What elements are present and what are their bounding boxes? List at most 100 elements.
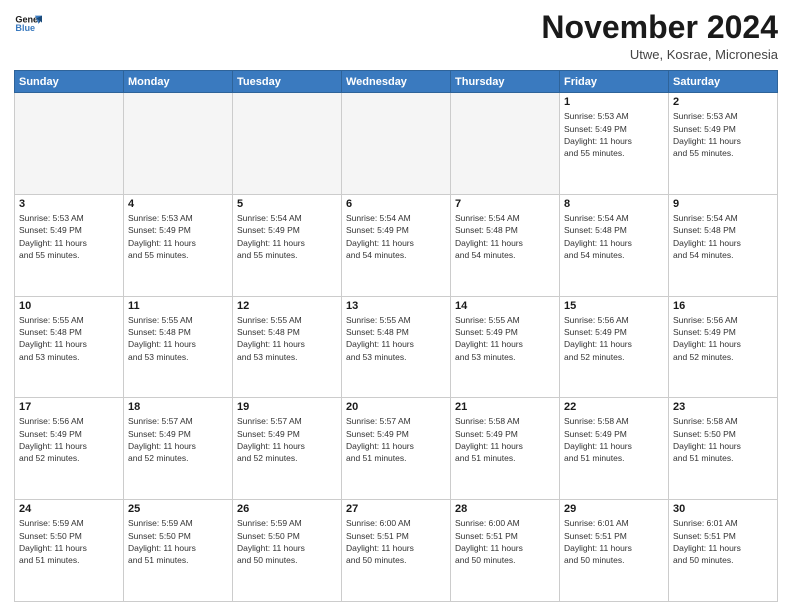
calendar-day-cell: 19 Sunrise: 5:57 AMSunset: 5:49 PMDayligh… <box>233 398 342 500</box>
calendar-day-cell: 15 Sunrise: 5:56 AMSunset: 5:49 PMDayligh… <box>560 296 669 398</box>
day-info: Sunrise: 5:53 AMSunset: 5:49 PMDaylight:… <box>673 110 773 159</box>
calendar-header-thursday: Thursday <box>451 71 560 93</box>
day-info: Sunrise: 6:00 AMSunset: 5:51 PMDaylight:… <box>455 517 555 566</box>
day-number: 23 <box>673 401 773 413</box>
calendar-header-tuesday: Tuesday <box>233 71 342 93</box>
calendar-day-cell: 1 Sunrise: 5:53 AMSunset: 5:49 PMDaylight… <box>560 93 669 195</box>
calendar-table: SundayMondayTuesdayWednesdayThursdayFrid… <box>14 70 778 602</box>
day-info: Sunrise: 5:55 AMSunset: 5:49 PMDaylight:… <box>455 314 555 363</box>
day-number: 28 <box>455 503 555 515</box>
calendar-header-saturday: Saturday <box>669 71 778 93</box>
calendar-day-cell: 24Sunrise: 5:59 AMSunset: 5:50 PMDayligh… <box>15 500 124 602</box>
calendar-day-cell <box>15 93 124 195</box>
calendar-week-row: 3 Sunrise: 5:53 AMSunset: 5:49 PMDaylight… <box>15 194 778 296</box>
calendar-day-cell: 6 Sunrise: 5:54 AMSunset: 5:49 PMDaylight… <box>342 194 451 296</box>
calendar-day-cell: 27 Sunrise: 6:00 AMSunset: 5:51 PMDayligh… <box>342 500 451 602</box>
day-info: Sunrise: 6:01 AMSunset: 5:51 PMDaylight:… <box>564 517 664 566</box>
day-info: Sunrise: 5:55 AMSunset: 5:48 PMDaylight:… <box>237 314 337 363</box>
day-info: Sunrise: 5:59 AMSunset: 5:50 PMDaylight:… <box>19 517 119 566</box>
day-info: Sunrise: 5:57 AMSunset: 5:49 PMDaylight:… <box>128 415 228 464</box>
calendar-day-cell: 11Sunrise: 5:55 AMSunset: 5:48 PMDayligh… <box>124 296 233 398</box>
calendar-day-cell <box>342 93 451 195</box>
day-number: 3 <box>19 198 119 210</box>
calendar-day-cell: 29 Sunrise: 6:01 AMSunset: 5:51 PMDayligh… <box>560 500 669 602</box>
calendar-day-cell: 17Sunrise: 5:56 AMSunset: 5:49 PMDayligh… <box>15 398 124 500</box>
day-info: Sunrise: 5:59 AMSunset: 5:50 PMDaylight:… <box>237 517 337 566</box>
day-number: 2 <box>673 96 773 108</box>
logo-icon: General Blue <box>14 10 42 38</box>
calendar-day-cell: 26Sunrise: 5:59 AMSunset: 5:50 PMDayligh… <box>233 500 342 602</box>
day-number: 27 <box>346 503 446 515</box>
day-number: 25 <box>128 503 228 515</box>
subtitle: Utwe, Kosrae, Micronesia <box>541 47 778 62</box>
calendar-header-friday: Friday <box>560 71 669 93</box>
page: General Blue November 2024 Utwe, Kosrae,… <box>0 0 792 612</box>
calendar-day-cell: 4Sunrise: 5:53 AMSunset: 5:49 PMDaylight… <box>124 194 233 296</box>
calendar-week-row: 1 Sunrise: 5:53 AMSunset: 5:49 PMDaylight… <box>15 93 778 195</box>
calendar-day-cell: 30Sunrise: 6:01 AMSunset: 5:51 PMDayligh… <box>669 500 778 602</box>
day-number: 6 <box>346 198 446 210</box>
calendar-day-cell: 28 Sunrise: 6:00 AMSunset: 5:51 PMDayligh… <box>451 500 560 602</box>
day-number: 19 <box>237 401 337 413</box>
calendar-day-cell: 16 Sunrise: 5:56 AMSunset: 5:49 PMDayligh… <box>669 296 778 398</box>
day-number: 16 <box>673 300 773 312</box>
day-info: Sunrise: 5:59 AMSunset: 5:50 PMDaylight:… <box>128 517 228 566</box>
calendar-day-cell: 18Sunrise: 5:57 AMSunset: 5:49 PMDayligh… <box>124 398 233 500</box>
calendar-day-cell: 20Sunrise: 5:57 AMSunset: 5:49 PMDayligh… <box>342 398 451 500</box>
calendar-header-monday: Monday <box>124 71 233 93</box>
day-info: Sunrise: 5:57 AMSunset: 5:49 PMDaylight:… <box>346 415 446 464</box>
calendar-day-cell: 12 Sunrise: 5:55 AMSunset: 5:48 PMDayligh… <box>233 296 342 398</box>
day-info: Sunrise: 5:56 AMSunset: 5:49 PMDaylight:… <box>673 314 773 363</box>
day-info: Sunrise: 5:54 AMSunset: 5:49 PMDaylight:… <box>237 212 337 261</box>
day-number: 22 <box>564 401 664 413</box>
day-info: Sunrise: 6:00 AMSunset: 5:51 PMDaylight:… <box>346 517 446 566</box>
calendar-week-row: 17Sunrise: 5:56 AMSunset: 5:49 PMDayligh… <box>15 398 778 500</box>
day-info: Sunrise: 5:54 AMSunset: 5:48 PMDaylight:… <box>564 212 664 261</box>
day-info: Sunrise: 5:53 AMSunset: 5:49 PMDaylight:… <box>128 212 228 261</box>
day-number: 30 <box>673 503 773 515</box>
title-area: November 2024 Utwe, Kosrae, Micronesia <box>541 10 778 62</box>
day-number: 10 <box>19 300 119 312</box>
day-info: Sunrise: 5:54 AMSunset: 5:49 PMDaylight:… <box>346 212 446 261</box>
day-info: Sunrise: 5:56 AMSunset: 5:49 PMDaylight:… <box>19 415 119 464</box>
calendar-week-row: 24Sunrise: 5:59 AMSunset: 5:50 PMDayligh… <box>15 500 778 602</box>
calendar-day-cell: 13 Sunrise: 5:55 AMSunset: 5:48 PMDayligh… <box>342 296 451 398</box>
day-info: Sunrise: 5:57 AMSunset: 5:49 PMDaylight:… <box>237 415 337 464</box>
calendar-day-cell: 21 Sunrise: 5:58 AMSunset: 5:49 PMDayligh… <box>451 398 560 500</box>
day-number: 29 <box>564 503 664 515</box>
day-number: 15 <box>564 300 664 312</box>
day-number: 1 <box>564 96 664 108</box>
day-info: Sunrise: 5:53 AMSunset: 5:49 PMDaylight:… <box>564 110 664 159</box>
calendar-day-cell <box>451 93 560 195</box>
day-info: Sunrise: 5:54 AMSunset: 5:48 PMDaylight:… <box>455 212 555 261</box>
day-number: 5 <box>237 198 337 210</box>
month-title: November 2024 <box>541 10 778 45</box>
day-number: 13 <box>346 300 446 312</box>
day-number: 12 <box>237 300 337 312</box>
day-info: Sunrise: 5:55 AMSunset: 5:48 PMDaylight:… <box>346 314 446 363</box>
calendar-day-cell: 9 Sunrise: 5:54 AMSunset: 5:48 PMDaylight… <box>669 194 778 296</box>
calendar-day-cell: 10 Sunrise: 5:55 AMSunset: 5:48 PMDayligh… <box>15 296 124 398</box>
calendar-day-cell: 22 Sunrise: 5:58 AMSunset: 5:49 PMDayligh… <box>560 398 669 500</box>
calendar-day-cell: 3Sunrise: 5:53 AMSunset: 5:49 PMDaylight… <box>15 194 124 296</box>
calendar-header-wednesday: Wednesday <box>342 71 451 93</box>
calendar-week-row: 10 Sunrise: 5:55 AMSunset: 5:48 PMDayligh… <box>15 296 778 398</box>
logo-area: General Blue <box>14 10 44 38</box>
calendar-header-sunday: Sunday <box>15 71 124 93</box>
calendar-day-cell: 8Sunrise: 5:54 AMSunset: 5:48 PMDaylight… <box>560 194 669 296</box>
day-info: Sunrise: 5:56 AMSunset: 5:49 PMDaylight:… <box>564 314 664 363</box>
calendar-day-cell <box>124 93 233 195</box>
header: General Blue November 2024 Utwe, Kosrae,… <box>14 10 778 62</box>
day-info: Sunrise: 5:58 AMSunset: 5:49 PMDaylight:… <box>455 415 555 464</box>
day-number: 14 <box>455 300 555 312</box>
day-number: 21 <box>455 401 555 413</box>
calendar-day-cell: 14 Sunrise: 5:55 AMSunset: 5:49 PMDayligh… <box>451 296 560 398</box>
day-number: 7 <box>455 198 555 210</box>
calendar-day-cell: 2 Sunrise: 5:53 AMSunset: 5:49 PMDaylight… <box>669 93 778 195</box>
calendar-day-cell: 7 Sunrise: 5:54 AMSunset: 5:48 PMDaylight… <box>451 194 560 296</box>
day-info: Sunrise: 5:54 AMSunset: 5:48 PMDaylight:… <box>673 212 773 261</box>
day-info: Sunrise: 5:58 AMSunset: 5:50 PMDaylight:… <box>673 415 773 464</box>
day-info: Sunrise: 5:58 AMSunset: 5:49 PMDaylight:… <box>564 415 664 464</box>
day-number: 9 <box>673 198 773 210</box>
day-info: Sunrise: 5:55 AMSunset: 5:48 PMDaylight:… <box>19 314 119 363</box>
